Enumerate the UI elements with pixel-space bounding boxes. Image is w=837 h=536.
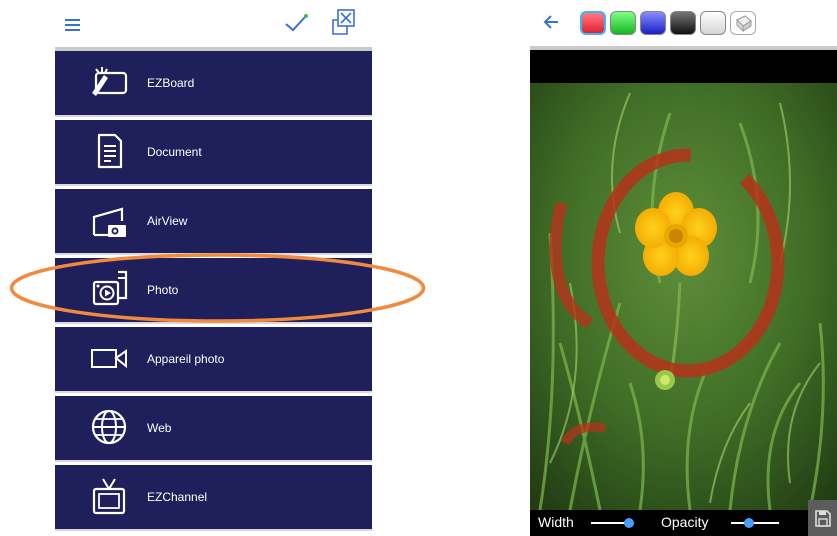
globe-icon	[91, 409, 127, 445]
menu-item-label: Document	[147, 145, 202, 159]
color-swatch-black[interactable]	[670, 11, 696, 35]
color-swatch-red[interactable]	[580, 11, 606, 35]
width-label: Width	[538, 514, 574, 530]
eraser-icon	[736, 15, 752, 33]
video-camera-icon	[91, 349, 127, 369]
opacity-slider-thumb[interactable]	[744, 518, 754, 528]
highlight-ellipse	[9, 253, 426, 323]
menu-item-label: Web	[147, 421, 172, 435]
eraser-swatch[interactable]	[730, 11, 756, 35]
menu-item-label: EZBoard	[147, 76, 195, 90]
color-swatch-white[interactable]	[700, 11, 726, 35]
document-icon	[97, 133, 123, 169]
menu-item-ezboard[interactable]: EZBoard	[55, 51, 372, 117]
color-swatch-green[interactable]	[610, 11, 636, 35]
brush-settings-bar: Width Opacity	[530, 510, 837, 536]
back-arrow-icon[interactable]	[542, 12, 562, 32]
menu-item-label: Appareil photo	[147, 352, 225, 366]
menu-item-appareil-photo[interactable]: Appareil photo	[55, 327, 372, 393]
tv-icon	[92, 478, 126, 515]
photo-canvas[interactable]	[530, 83, 837, 510]
floppy-disk-icon	[815, 510, 831, 527]
menu-item-ezchannel[interactable]: EZChannel	[55, 465, 372, 531]
photo-top-border	[530, 50, 837, 83]
menu-item-airview[interactable]: AirView	[55, 189, 372, 255]
menu-item-label: EZChannel	[147, 490, 208, 504]
top-toolbar	[55, 0, 372, 48]
save-button[interactable]	[808, 500, 837, 536]
hamburger-menu-icon[interactable]	[65, 16, 87, 34]
menu-item-document[interactable]: Document	[55, 120, 372, 186]
menu-item-label: AirView	[147, 214, 188, 228]
close-window-icon[interactable]	[331, 8, 357, 36]
board-pen-icon	[92, 67, 128, 96]
check-icon[interactable]	[283, 12, 309, 34]
opacity-slider-track[interactable]	[731, 522, 779, 524]
width-slider-thumb[interactable]	[624, 518, 634, 528]
opacity-label: Opacity	[661, 514, 709, 530]
color-toolbar	[530, 0, 837, 46]
airview-projector-icon	[92, 207, 126, 237]
annotation-panel: Width Opacity	[530, 0, 837, 536]
menu-item-web[interactable]: Web	[55, 396, 372, 462]
color-swatch-blue[interactable]	[640, 11, 666, 35]
